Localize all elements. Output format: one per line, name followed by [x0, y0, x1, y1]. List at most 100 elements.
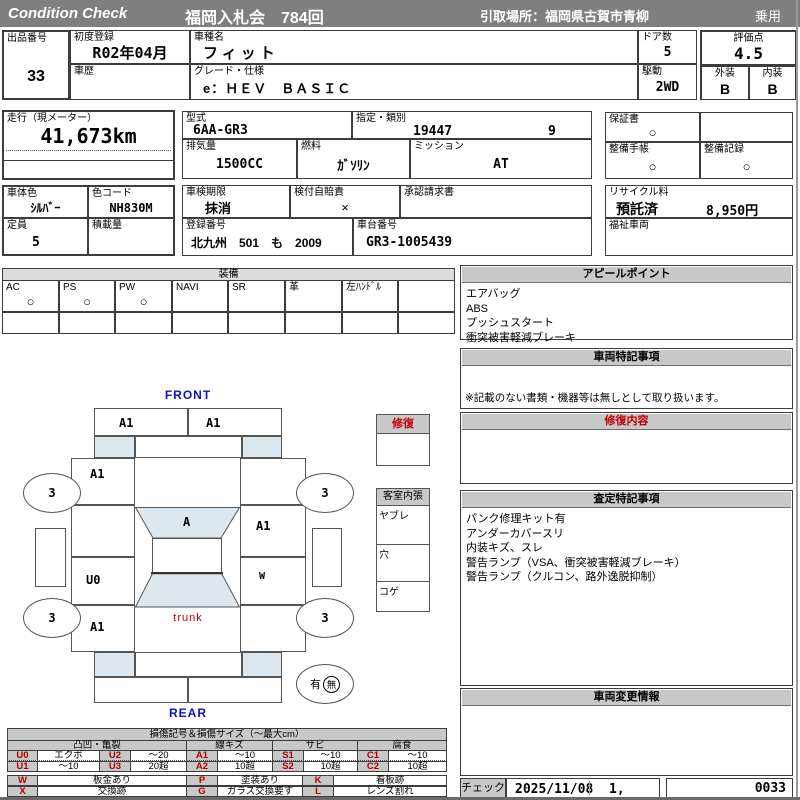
drive-cell: 駆動 2WD	[638, 64, 697, 100]
warranty-mark: ○	[648, 125, 657, 140]
legend-code: U2	[99, 750, 131, 761]
brand-logo: Condition Check	[8, 5, 128, 22]
repair-flag-box: 修復	[376, 414, 430, 466]
damage-mark: A1	[90, 620, 105, 634]
odometer-rule	[4, 160, 173, 161]
maintenance-record-mark: ○	[742, 158, 751, 174]
insurance-mark: ×	[341, 199, 349, 215]
welfare-vehicle-cell: 福祉車両	[605, 218, 793, 256]
interior-row-label: ヤブレ	[379, 511, 409, 522]
rear-window-shape	[135, 572, 240, 608]
interior-row-burn: コゲ	[377, 582, 429, 618]
model-code-cell: 型式 6AA-GR3	[182, 111, 352, 139]
repair-history-yes: 有	[310, 679, 321, 691]
panel-left-rear-door: U0	[71, 557, 135, 605]
recycle-status-value: 預託済	[616, 201, 658, 217]
panel-front-corner-right	[242, 436, 282, 458]
equipment-label: SR	[232, 282, 246, 293]
recycle-fee-value: 8,950円	[706, 204, 759, 219]
displacement-cell: 排気量 1500CC	[182, 139, 297, 179]
tire-front-left: 3	[23, 473, 81, 513]
equipment-cell-ac: AC ○	[2, 280, 59, 312]
equipment-empty-row	[228, 312, 285, 334]
exterior-grade-value: B	[719, 80, 731, 97]
panel-front-cowl	[135, 436, 242, 458]
vehicle-notes-footnote: ※記載のない書類・機器等は無しとして取り扱います。	[465, 392, 725, 404]
panel-rear-corner-left	[94, 652, 135, 677]
damage-mark: W	[259, 571, 266, 582]
interior-row-tear: ヤブレ	[377, 506, 429, 545]
damage-mark: A1	[119, 416, 134, 430]
recycle-fee-label: リサイクル料	[609, 187, 669, 198]
page-right-edge	[796, 0, 798, 800]
right-sill-panel	[312, 528, 342, 587]
equipment-title-text: 装備	[218, 269, 239, 280]
assessment-line: 内装キズ、スレ	[466, 542, 543, 554]
equipment-mark: ○	[139, 294, 148, 309]
legend-value: 〜10	[388, 750, 447, 761]
legend-code: W	[7, 775, 38, 786]
class-number-cell: 指定・類別 19447 9	[352, 111, 592, 139]
body-color-value: ｼﾙﾊﾞｰ	[30, 201, 61, 215]
maintenance-record-cell: 整備記録 ○	[700, 142, 793, 179]
damage-mark: A1	[206, 416, 221, 430]
assessment-notes-body: パンク修理キット有 アンダーカバースリ 内装キズ、スレ 警告ランプ（VSA、衝突…	[461, 509, 792, 588]
damage-mark: A1	[256, 519, 271, 533]
interior-row-hole: 穴	[377, 545, 429, 582]
panel-left-front-door	[71, 505, 135, 557]
drive-value: 2WD	[655, 80, 680, 95]
grade-value: e：ＨＥＶ ＢＡＳＩＣ	[203, 81, 352, 96]
assessment-line: 警告ランプ（VSA、衝突被害軽減ブレーキ）	[466, 556, 686, 569]
legend-code: X	[7, 786, 38, 797]
check-date-value: 2025/11/08	[515, 782, 594, 797]
odometer-value: 41,673km	[40, 124, 137, 148]
panel-right-front-door: A1	[240, 505, 306, 557]
model-code-value: 6AA-GR3	[193, 123, 248, 138]
lot-number-cell: 出品番号 33	[2, 30, 70, 100]
auction-title: 福岡入札会 784回	[185, 10, 324, 27]
inspection-value: 抹消	[205, 200, 232, 216]
equipment-label: 革	[289, 282, 299, 293]
repair-content-panel: 修復内容	[460, 412, 793, 484]
tire-mark: 3	[48, 486, 56, 500]
vehicle-history-cell: 車歴	[70, 64, 190, 100]
interior-row-label: コゲ	[379, 587, 399, 598]
equipment-cell-lhd: 左ﾊﾝﾄﾞﾙ	[342, 280, 398, 312]
legend-value: 〜10	[303, 750, 358, 761]
equipment-empty-row	[398, 312, 455, 334]
legend-code: S2	[272, 761, 304, 772]
fuel-value: ｶﾞｿﾘﾝ	[337, 158, 370, 173]
legend-code: P	[186, 775, 218, 786]
load-capacity-cell: 積載量	[88, 218, 175, 256]
legend-code: A1	[186, 750, 218, 761]
odometer-dotted-rule	[6, 150, 171, 151]
warranty-cell: 保証書 ○	[605, 112, 700, 142]
first-registration-value: R02年04月	[92, 44, 168, 62]
welfare-vehicle-label: 福祉車両	[609, 220, 649, 231]
equipment-empty-row	[172, 312, 228, 334]
class-number-label: 指定・類別	[356, 113, 406, 124]
repair-history-no-circled: 無	[323, 675, 340, 693]
appeal-line: 衝突被害軽減ブレーキ	[466, 331, 576, 344]
legend-code: C2	[357, 761, 389, 772]
tire-rear-right: 3	[296, 598, 354, 638]
lot-number-value: 33	[27, 68, 45, 85]
color-code-value: NH830M	[109, 200, 153, 215]
windshield-mark: A	[183, 515, 191, 529]
legend-value: 10超	[217, 761, 273, 772]
legend-code: L	[302, 786, 334, 797]
equipment-cell-navi: NAVI	[172, 280, 228, 312]
legend-code: C1	[357, 750, 389, 761]
legend-value: レンズ割れ	[333, 786, 447, 797]
equipment-mark: ○	[26, 294, 35, 309]
legend-value: 〜20	[130, 750, 187, 761]
model-name-value: フィット	[203, 45, 279, 62]
equipment-mark: ○	[83, 294, 91, 309]
doors-cell: ドア数 5	[638, 30, 697, 64]
capacity-value: 5	[32, 234, 40, 250]
repair-history-ellipse: 有 無	[296, 664, 354, 704]
vehicle-category: 乗用	[755, 9, 782, 24]
trunk-label: trunk	[173, 612, 203, 624]
recycle-fee-cell: リサイクル料 預託済 8,950円	[605, 185, 793, 219]
tire-mark: 3	[321, 611, 329, 625]
